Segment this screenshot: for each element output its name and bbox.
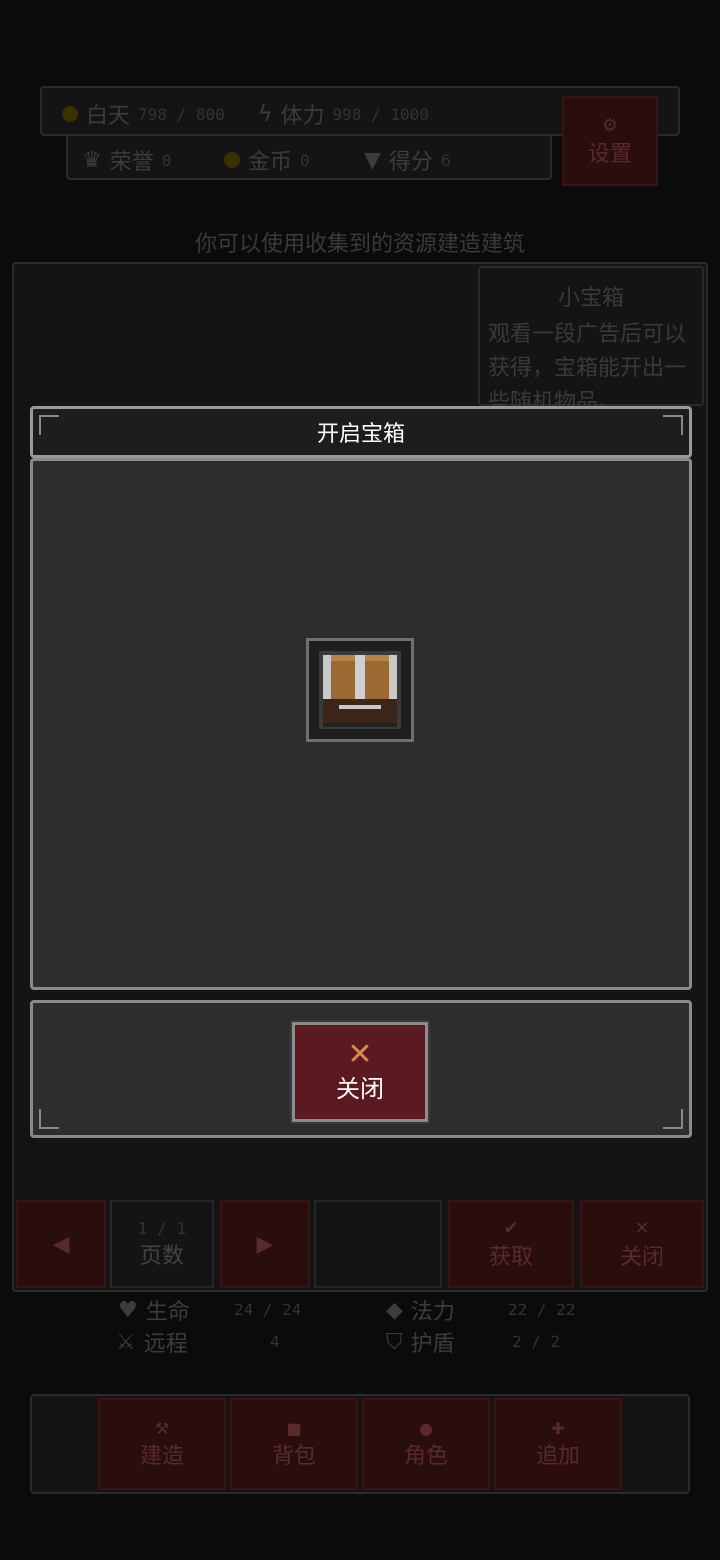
modal-title: 开启宝箱 xyxy=(316,422,405,447)
chest-slot[interactable] xyxy=(306,638,414,742)
treasure-chest-icon xyxy=(319,651,401,729)
modal-title-bar: 开启宝箱 xyxy=(30,406,692,458)
modal-close-button[interactable]: ✕ 关闭 xyxy=(290,1020,430,1124)
corner-ornament-icon xyxy=(39,1109,59,1129)
close-x-icon: ✕ xyxy=(347,1036,373,1072)
corner-ornament-icon xyxy=(663,415,683,435)
modal-close-label: 关闭 xyxy=(336,1074,384,1103)
corner-ornament-icon xyxy=(39,415,59,435)
corner-ornament-icon xyxy=(663,1109,683,1129)
